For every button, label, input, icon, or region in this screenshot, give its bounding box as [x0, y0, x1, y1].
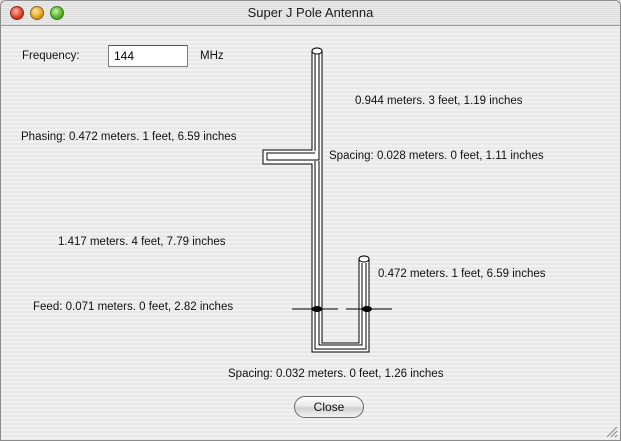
stub-element-cap	[358, 255, 370, 263]
feed-label: Feed: 0.071 meters. 0 feet, 2.82 inches	[33, 301, 234, 313]
antenna-window: Super J Pole Antenna Frequency: MHz 0.94…	[0, 0, 621, 441]
stub-length-label: 0.472 meters. 1 feet, 6.59 inches	[378, 268, 546, 280]
close-button[interactable]: Close	[294, 396, 364, 418]
main-element-inner-left	[314, 161, 367, 350]
main-element-inner	[318, 161, 363, 346]
phasing-label: Phasing: 0.472 meters. 1 feet, 6.59 inch…	[21, 131, 237, 143]
top-length-label: 0.944 meters. 3 feet, 1.19 inches	[355, 95, 523, 107]
feed-point-right	[362, 306, 372, 312]
top-element-cap	[311, 47, 323, 55]
spacing-bottom-label: Spacing: 0.032 meters. 0 feet, 1.26 inch…	[228, 368, 444, 380]
resize-grip-icon[interactable]	[604, 424, 618, 438]
long-length-label: 1.417 meters. 4 feet, 7.79 inches	[58, 236, 226, 248]
spacing-top-label: Spacing: 0.028 meters. 0 feet, 1.11 inch…	[329, 150, 544, 162]
feed-point-left	[312, 306, 322, 312]
